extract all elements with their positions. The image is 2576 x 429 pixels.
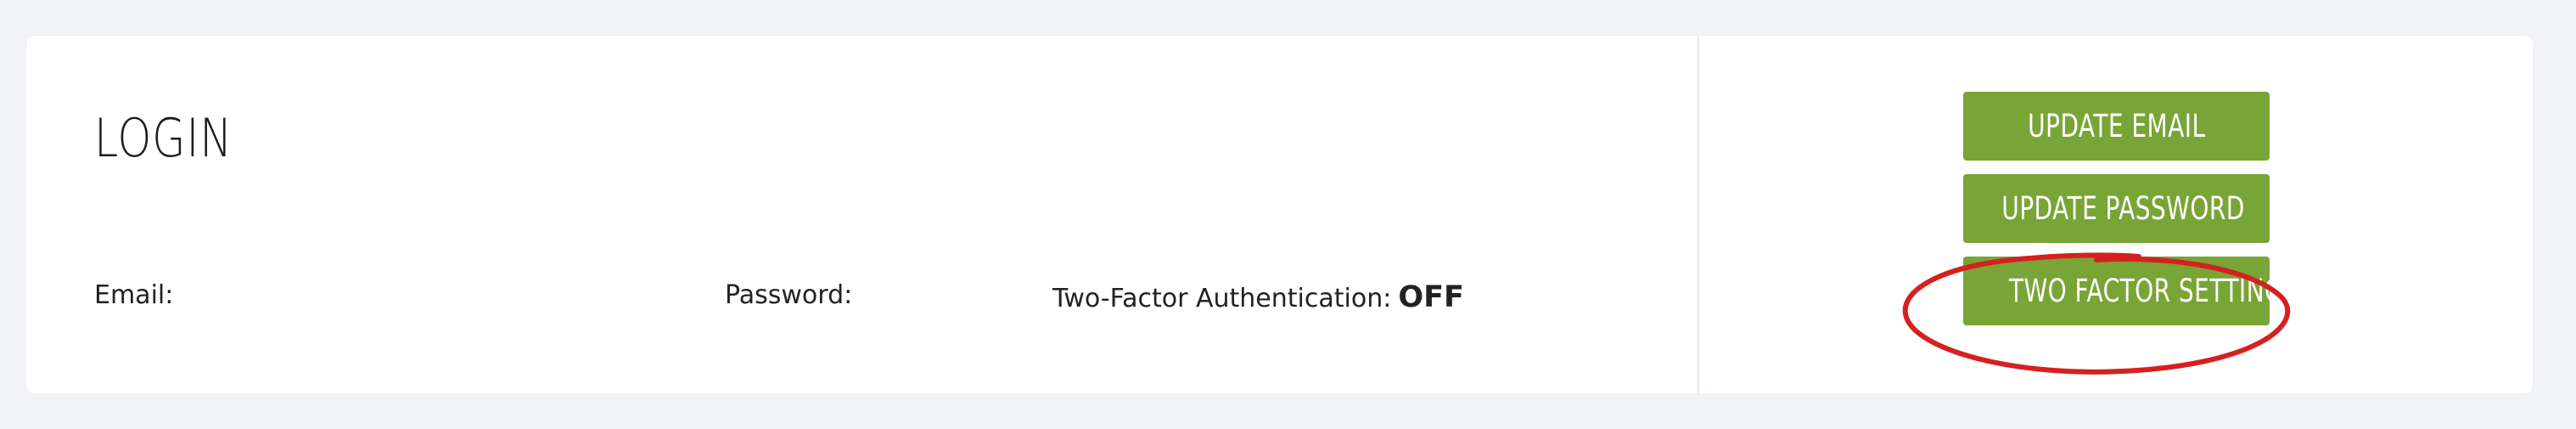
page-title: LOGIN — [94, 107, 233, 169]
two-factor-value: OFF — [1398, 280, 1464, 314]
update-password-label: UPDATE PASSWORD — [2001, 190, 2245, 227]
two-factor-status: Two-Factor Authentication: OFF — [1052, 280, 1464, 314]
login-card: LOGIN Email: Password: Two-Factor Authen… — [26, 36, 2533, 393]
two-factor-label: Two-Factor Authentication: — [1052, 284, 1392, 313]
email-label: Email: — [94, 280, 174, 310]
update-email-button[interactable]: UPDATE EMAIL — [1963, 92, 2270, 161]
two-factor-settings-button[interactable]: TWO FACTOR SETTINGS — [1963, 257, 2270, 325]
email-field: Email: — [94, 280, 173, 310]
two-factor-settings-label: TWO FACTOR SETTINGS — [2008, 273, 2270, 309]
password-field: Password: — [725, 280, 852, 310]
actions-panel: UPDATE EMAIL UPDATE PASSWORD TWO FACTOR … — [1699, 36, 2533, 393]
update-password-button[interactable]: UPDATE PASSWORD — [1963, 174, 2270, 243]
login-details-panel: LOGIN Email: Password: Two-Factor Authen… — [26, 36, 1698, 393]
password-label: Password: — [725, 280, 853, 310]
update-email-label: UPDATE EMAIL — [2027, 108, 2206, 144]
